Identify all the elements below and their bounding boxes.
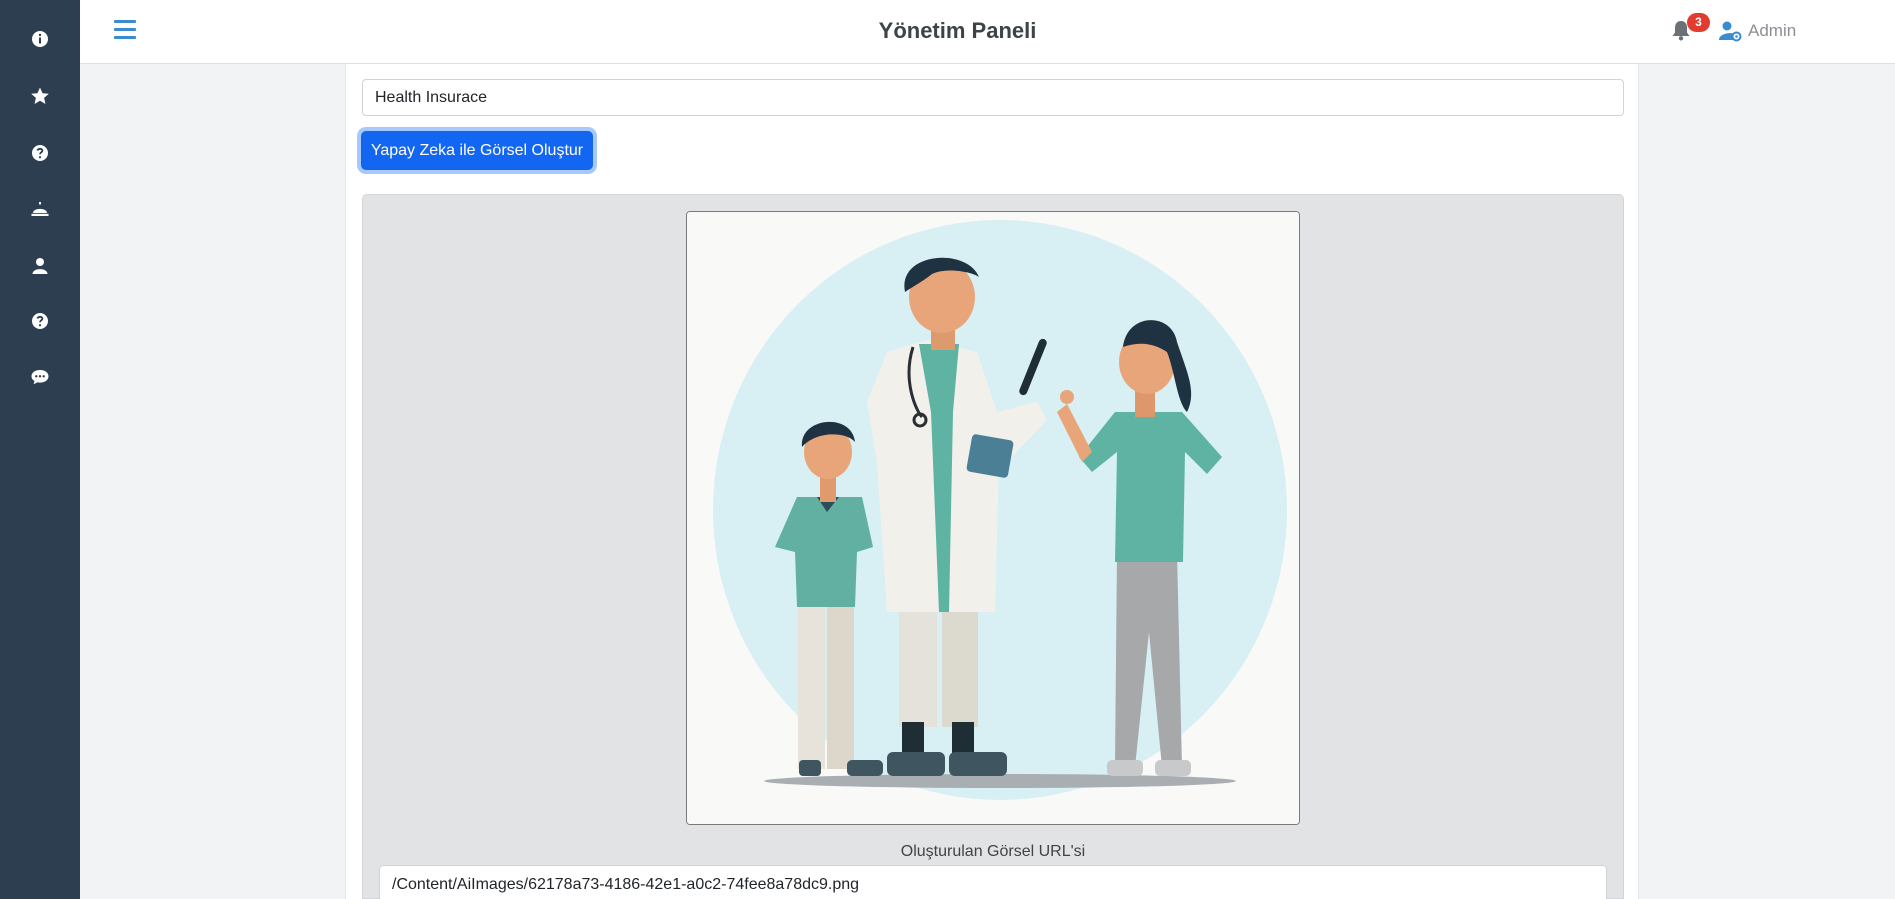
user-icon [32,258,48,274]
sidebar-item-faq[interactable] [0,301,80,341]
sidebar-item-service[interactable] [0,189,80,229]
notification-count-badge: 3 [1687,13,1710,32]
sidebar-item-help[interactable] [0,133,80,173]
image-url-label: Oluşturulan Görsel URL'si [900,843,1086,860]
sidebar [0,0,80,899]
generate-image-button[interactable]: Yapay Zeka ile Görsel Oluştur [361,131,593,170]
question-icon [32,145,48,161]
sidebar-item-star[interactable] [0,76,80,116]
medical-team-illustration [687,212,1299,824]
user-menu[interactable]: Admin [1748,20,1796,42]
star-icon [31,87,49,104]
user-settings-icon [1719,21,1742,42]
info-icon [32,31,48,47]
prompt-input[interactable] [362,79,1624,116]
page-title: Yönetim Paneli [878,18,1037,43]
sidebar-item-messages[interactable] [0,357,80,397]
generated-image [686,211,1300,825]
chat-icon [31,370,49,385]
image-url-input[interactable] [379,865,1607,899]
sidebar-item-info[interactable] [0,19,80,59]
bell-service-icon [31,202,49,216]
top-header: Yönetim Paneli [80,0,1895,64]
sidebar-item-users[interactable] [0,246,80,286]
question-icon [32,313,48,329]
